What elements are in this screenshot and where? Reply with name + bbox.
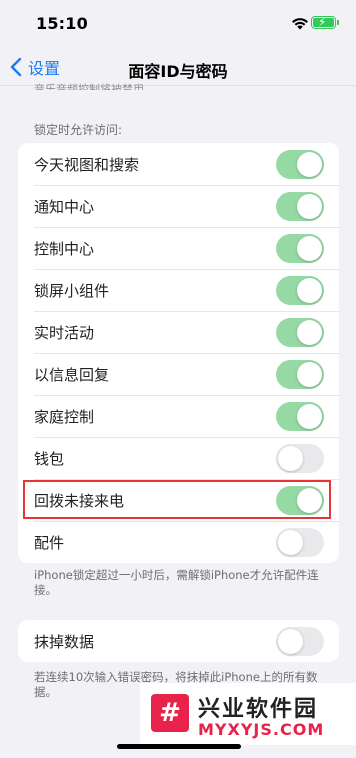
row-label: 配件 (34, 533, 65, 552)
row-label: 控制中心 (34, 239, 95, 258)
row-lock-screen-widgets: 锁屏小组件 (18, 269, 339, 311)
toggle-home-control[interactable] (276, 401, 324, 431)
row-label: 抹掉数据 (34, 632, 95, 651)
toggle-live-activities[interactable] (276, 317, 324, 347)
row-control-center: 控制中心 (18, 227, 339, 269)
row-erase-data: 抹掉数据 (18, 620, 339, 662)
toggle-lock-screen-widgets[interactable] (276, 275, 324, 305)
row-home-control: 家庭控制 (18, 395, 339, 437)
row-live-activities: 实时活动 (18, 311, 339, 353)
accessories-footer: iPhone锁定超过一小时后，需解锁iPhone才允许配件连接。 (34, 568, 319, 597)
toggle-erase-data[interactable] (276, 626, 324, 656)
wifi-icon (292, 18, 308, 30)
toggle-wallet[interactable] (276, 443, 324, 473)
row-accessories: 配件 (18, 521, 339, 563)
row-label: 钱包 (34, 449, 65, 468)
watermark-name: 兴业软件园 (198, 697, 319, 722)
row-return-missed-calls: 回拨未接来电 (18, 479, 339, 521)
toggle-notification-center[interactable] (276, 191, 324, 221)
toggle-return-missed-calls[interactable] (276, 485, 324, 515)
lock-access-group: 今天视图和搜索 通知中心 控制中心 锁屏小组件 实时活动 以信息回复 家庭控制 … (18, 143, 339, 563)
erase-data-group: 抹掉数据 (18, 620, 339, 662)
watermark-url: MYXYJS.COM (198, 720, 325, 739)
toggle-accessories[interactable] (276, 527, 324, 557)
status-time: 15:10 (36, 14, 88, 33)
row-today-view-search: 今天视图和搜索 (18, 143, 339, 185)
row-label: 实时活动 (34, 323, 95, 342)
row-label: 通知中心 (34, 197, 95, 216)
scrolled-note: 音乐音频控制将被禁用。 (34, 83, 155, 90)
section-header-lock-access: 锁定时允许访问: (34, 123, 123, 137)
row-label: 今天视图和搜索 (34, 155, 140, 174)
battery-cap (337, 20, 339, 25)
row-label: 回拨未接来电 (34, 491, 125, 510)
toggle-today-view-search[interactable] (276, 149, 324, 179)
toggle-control-center[interactable] (276, 233, 324, 263)
row-reply-with-message: 以信息回复 (18, 353, 339, 395)
toggle-reply-with-message[interactable] (276, 359, 324, 389)
home-indicator[interactable] (117, 744, 241, 749)
status-bar: 15:10 ⚡ (0, 0, 356, 50)
row-wallet: 钱包 (18, 437, 339, 479)
page-title: 面容ID与密码 (128, 62, 228, 81)
watermark: # 兴业软件园 MYXYJS.COM (140, 683, 356, 745)
row-label: 以信息回复 (34, 365, 110, 384)
watermark-logo: # (151, 694, 189, 732)
battery-icon: ⚡ (311, 15, 336, 29)
row-label: 锁屏小组件 (34, 281, 110, 300)
row-label: 家庭控制 (34, 407, 95, 426)
row-notification-center: 通知中心 (18, 185, 339, 227)
